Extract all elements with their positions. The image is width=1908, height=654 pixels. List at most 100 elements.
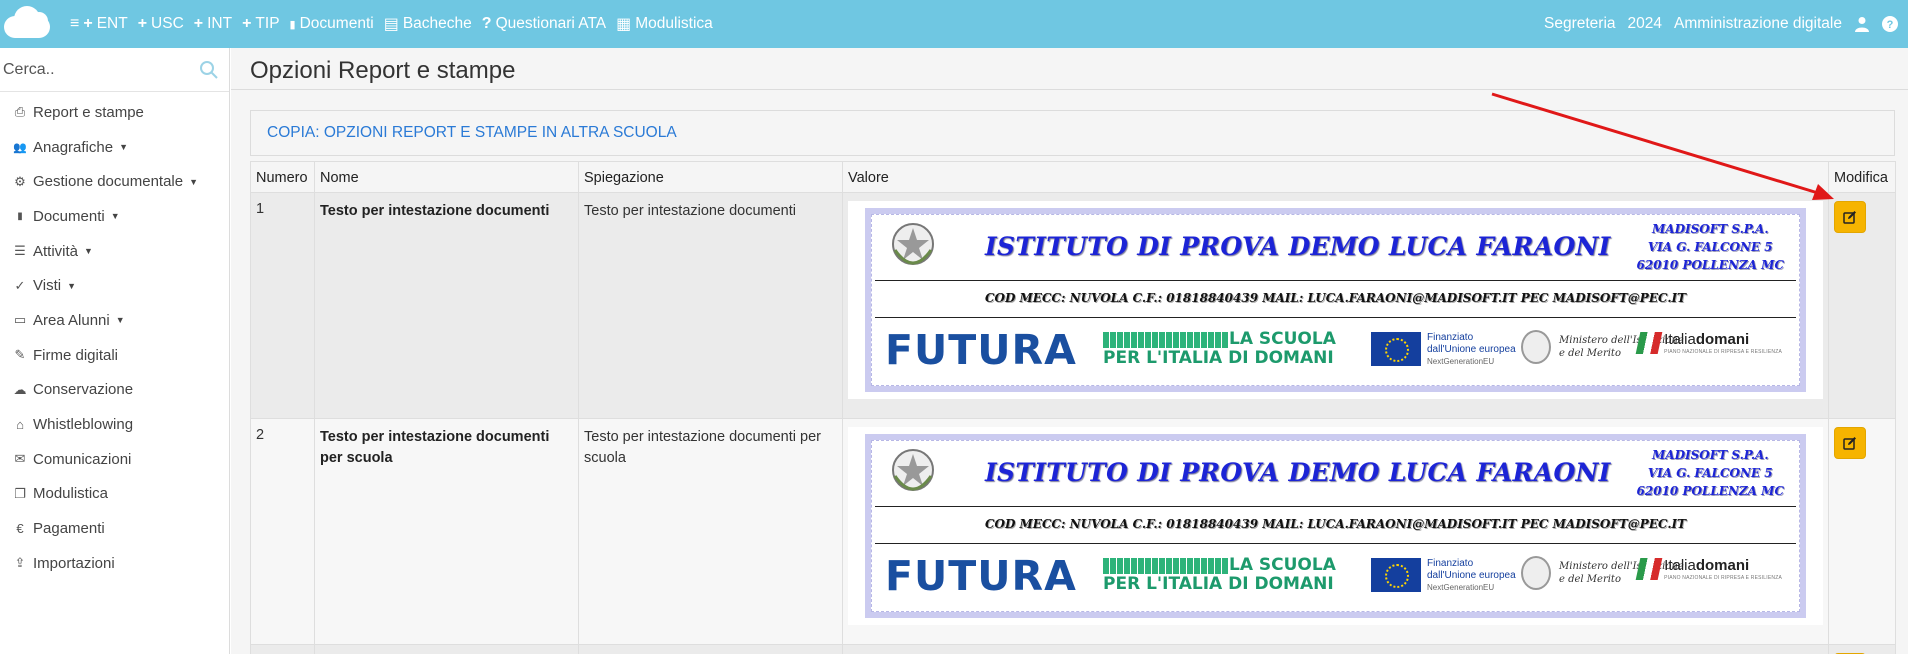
list-icon: ☰	[14, 243, 26, 259]
republic-emblem-icon	[892, 449, 934, 491]
column-header-nome: Nome	[314, 161, 579, 193]
italiadomani-logo: Italiadomani PIANO NAZIONALE DI RIPRESA E…	[1635, 332, 1782, 356]
nav-label: Documenti	[299, 15, 374, 32]
nav-usc-button[interactable]: + USC	[138, 15, 184, 33]
help-icon[interactable]: ?	[1882, 16, 1898, 32]
office-link[interactable]: Segreteria	[1544, 15, 1616, 33]
euro-icon: €	[16, 521, 24, 537]
cell-modifica	[1828, 418, 1896, 645]
nav-questionari-link[interactable]: ? Questionari ATA	[482, 15, 606, 33]
column-header-modifica: Modifica	[1828, 161, 1896, 193]
nav-ent-button[interactable]: ≡ + ENT	[70, 15, 128, 33]
nav-modulistica-link[interactable]: ▦ Modulistica	[616, 14, 713, 34]
search-icon[interactable]	[199, 60, 219, 80]
sidebar-item-conservazione[interactable]: ☁ Conservazione	[0, 373, 229, 408]
cell-nome: Testo per intestazione documenti	[314, 192, 579, 419]
nav-label: ENT	[96, 15, 128, 32]
section-link[interactable]: Amministrazione digitale	[1674, 15, 1842, 33]
copy-icon: ❐	[14, 485, 26, 501]
cell-valore: ISTITUTO DI PROVA DEMO LUCA FARAONI MADI…	[842, 418, 1829, 645]
file-icon: ▮	[17, 210, 23, 222]
letterhead-image: ISTITUTO DI PROVA DEMO LUCA FARAONI MADI…	[848, 427, 1823, 625]
table-row: 2 Testo per intestazione documenti per s…	[250, 418, 1896, 645]
caret-down-icon: ▼	[189, 176, 199, 187]
caret-down-icon: ▼	[119, 142, 128, 153]
cloud-logo-icon[interactable]	[0, 0, 58, 48]
year-selector[interactable]: 2024	[1628, 15, 1662, 33]
nav-label: USC	[151, 15, 184, 32]
school-name-text: ISTITUTO DI PROVA DEMO LUCA FARAONI	[985, 232, 1611, 261]
table-header-row: Numero Nome Spiegazione Valore Modifica	[250, 161, 1896, 193]
sidebar-item-importazioni[interactable]: ⇪ Importazioni	[0, 546, 229, 581]
plus-icon: +	[242, 15, 252, 32]
scuola-italia-logo: LA SCUOLA PER L'ITALIA DI DOMANI	[1103, 555, 1336, 594]
top-nav-right: Segreteria 2024 Amministrazione digitale…	[1544, 0, 1898, 48]
svg-text:?: ?	[1887, 19, 1894, 31]
eu-funding-logo: Finanziato dall'Unione europea NextGenerat…	[1371, 332, 1516, 368]
column-header-numero: Numero	[250, 161, 315, 193]
cell-numero: 2	[250, 418, 315, 645]
school-address: MADISOFT S.P.A. VIA G. FALCONE 5 62010 P…	[1636, 448, 1784, 498]
board-icon: ▤	[383, 16, 399, 33]
column-header-valore: Valore	[842, 161, 1829, 193]
sidebar-item-label: Firme digitali	[33, 346, 119, 364]
sidebar-item-documenti[interactable]: ▮ Documenti ▼	[0, 199, 229, 234]
envelope-icon: ✉	[14, 451, 26, 467]
printer-icon: ⎙	[14, 104, 26, 120]
sidebar-item-visti[interactable]: ✓ Visti ▼	[0, 268, 229, 303]
cloud-upload-icon: ☁	[13, 381, 27, 397]
file-icon: ▮	[289, 18, 296, 31]
sidebar-item-label: Anagrafiche	[33, 138, 114, 156]
sidebar-item-whistleblowing[interactable]: ⌂ Whistleblowing	[0, 407, 229, 442]
sidebar-item-comunicazioni[interactable]: ✉ Comunicazioni	[0, 442, 229, 477]
eu-flag-icon	[1371, 558, 1421, 592]
edit-button[interactable]	[1834, 201, 1866, 233]
italy-flag-icon	[1635, 558, 1663, 580]
sidebar-item-label: Importazioni	[33, 554, 115, 572]
sidebar-item-firme-digitali[interactable]: ✎ Firme digitali	[0, 338, 229, 373]
sidebar-item-pagamenti[interactable]: € Pagamenti	[0, 511, 229, 546]
school-name-text: ISTITUTO DI PROVA DEMO LUCA FARAONI	[985, 458, 1611, 487]
sidebar-item-report-e-stampe[interactable]: ⎙ Report e stampe	[0, 95, 229, 130]
column-header-spiegazione: Spiegazione	[578, 161, 843, 193]
eu-funding-logo: Finanziato dall'Unione europea NextGenerat…	[1371, 558, 1516, 594]
cell-nome: Testo per intestazione documenti per scu…	[314, 418, 579, 645]
cogs-icon: ⚙	[14, 173, 26, 189]
sidebar-item-label: Area Alunni	[33, 311, 110, 329]
search-input[interactable]	[3, 60, 193, 79]
nav-label: Modulistica	[635, 15, 713, 32]
sidebar-item-label: Whistleblowing	[33, 416, 134, 434]
nav-documenti-link[interactable]: ▮ Documenti	[290, 15, 374, 33]
forms-icon: ▦	[616, 16, 632, 33]
copy-options-panel: COPIA: OPZIONI REPORT E STAMPE IN ALTRA …	[250, 110, 1895, 156]
edit-button[interactable]	[1834, 427, 1866, 459]
cell-spiegazione: Testo per intestazione documenti per scu…	[578, 418, 843, 645]
sidebar-item-anagrafiche[interactable]: 👥 Anagrafiche ▼	[0, 130, 229, 165]
sidebar-item-gestione-documentale[interactable]: ⚙ Gestione documentale ▼	[0, 164, 229, 199]
cell-valore: ISTITUTO DI PROVA DEMO LUCA FARAONI MADI…	[842, 192, 1829, 419]
sidebar-item-attivita[interactable]: ☰ Attività ▼	[0, 234, 229, 269]
nav-bacheche-link[interactable]: ▤ Bacheche	[384, 14, 472, 34]
sidebar-item-label: Modulistica	[33, 485, 109, 503]
school-codes-text: COD MECC: NUVOLA C.F.: 01818840439 MAIL:…	[984, 291, 1687, 305]
user-icon[interactable]	[1854, 16, 1870, 32]
letterhead-image: ISTITUTO DI PROVA DEMO LUCA FARAONI MADI…	[848, 201, 1823, 399]
sidebar-search	[0, 48, 229, 92]
table-row	[250, 644, 1896, 654]
edit-icon	[1843, 437, 1856, 450]
sidebar-item-label: Comunicazioni	[33, 450, 132, 468]
main-content: Opzioni Report e stampe COPIA: OPZIONI R…	[231, 48, 1908, 654]
sidebar-item-area-alunni[interactable]: ▭ Area Alunni ▼	[0, 303, 229, 338]
pencil-icon: ✎	[14, 347, 26, 363]
nav-int-button[interactable]: + INT	[194, 15, 232, 33]
users-icon: 👥	[13, 141, 27, 154]
copy-options-link[interactable]: COPIA: OPZIONI REPORT E STAMPE IN ALTRA …	[267, 124, 677, 142]
futura-logo: FUTURA	[885, 326, 1077, 374]
title-divider	[231, 89, 1908, 90]
sidebar-item-modulistica[interactable]: ❐ Modulistica	[0, 477, 229, 512]
sidebar-item-label: Gestione documentale	[33, 173, 184, 191]
nav-tip-button[interactable]: + TIP	[242, 15, 279, 33]
edit-icon	[1843, 211, 1856, 224]
ministry-emblem-icon	[1521, 556, 1551, 590]
school-codes-text: COD MECC: NUVOLA C.F.: 01818840439 MAIL:…	[984, 517, 1687, 531]
